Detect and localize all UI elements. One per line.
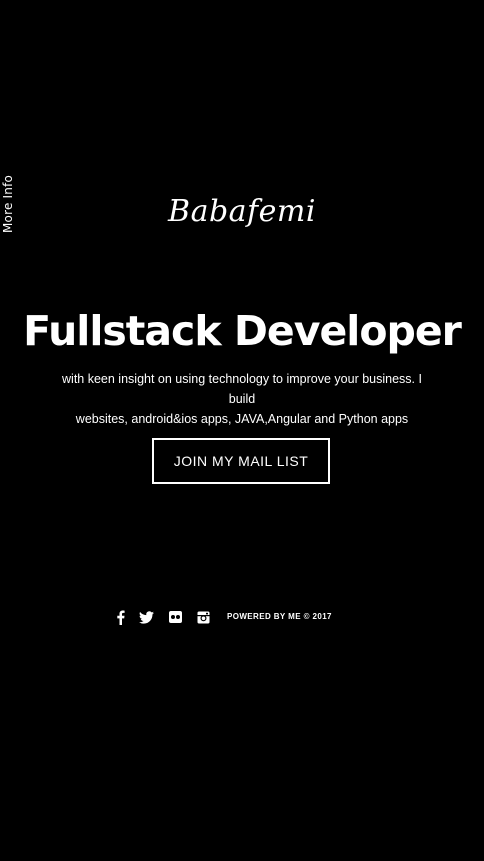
facebook-icon[interactable] xyxy=(111,607,129,627)
join-mail-list-button[interactable]: JOIN MY MAIL LIST xyxy=(152,438,330,484)
instagram-icon[interactable] xyxy=(194,607,212,627)
logo[interactable]: Babafemi xyxy=(0,192,484,232)
page: More Info Babafemi Fullstack Developer w… xyxy=(0,0,484,861)
tagline-line-1: with keen insight on using technology to… xyxy=(62,372,422,406)
footer: POWERED BY ME © 2017 xyxy=(0,607,484,627)
copyright-text: POWERED BY ME © 2017 xyxy=(227,612,332,621)
flickr-icon[interactable] xyxy=(166,607,184,627)
tagline: with keen insight on using technology to… xyxy=(50,369,434,429)
twitter-icon[interactable] xyxy=(137,607,155,627)
tagline-line-2: websites, android&ios apps, JAVA,Angular… xyxy=(75,412,409,426)
page-title: Fullstack Developer xyxy=(23,307,462,355)
